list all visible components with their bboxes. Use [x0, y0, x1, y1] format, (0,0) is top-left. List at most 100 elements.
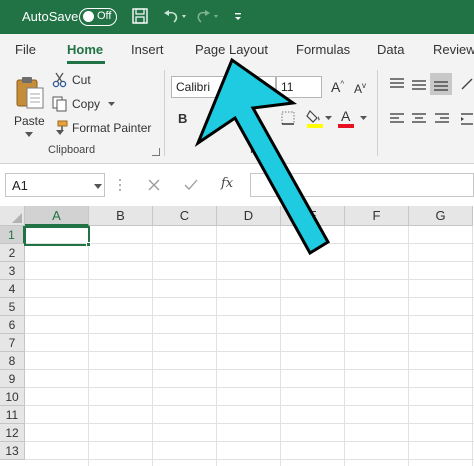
fill-handle[interactable]: [86, 242, 91, 247]
gridline-vertical: [408, 226, 409, 466]
tab-file[interactable]: File: [15, 42, 36, 57]
column-header-g[interactable]: G: [409, 206, 473, 226]
formula-bar: A1 fx: [0, 164, 474, 206]
row-header-2[interactable]: 2: [0, 244, 25, 262]
row-header-11[interactable]: 11: [0, 406, 25, 424]
tab-insert[interactable]: Insert: [131, 42, 164, 57]
gridline-horizontal: [25, 441, 474, 442]
cancel-icon[interactable]: [148, 179, 160, 191]
row-header-5[interactable]: 5: [0, 298, 25, 316]
paste-icon: [16, 77, 44, 109]
customize-quick-access-icon[interactable]: [233, 7, 243, 25]
column-header-e[interactable]: E: [281, 206, 345, 226]
copy-label: Copy: [72, 97, 101, 111]
gridline-horizontal: [25, 279, 474, 280]
formula-input[interactable]: [250, 173, 474, 197]
column-header-a[interactable]: A: [25, 206, 89, 226]
tab-data[interactable]: Data: [377, 42, 404, 57]
align-center-icon[interactable]: [411, 112, 427, 126]
gridline-vertical: [152, 226, 153, 466]
row-header-12[interactable]: 12: [0, 424, 25, 442]
format-painter-label: Format Painter: [72, 121, 152, 135]
font-name-value: Calibri: [176, 80, 211, 94]
bold-button[interactable]: B: [178, 111, 187, 126]
tab-formulas[interactable]: Formulas: [296, 42, 350, 57]
autosave-toggle[interactable]: Off: [79, 8, 117, 26]
gridline-horizontal: [25, 351, 474, 352]
font-group-label: Fo: [250, 144, 263, 156]
gridline-horizontal: [25, 405, 474, 406]
autosave-state: Off: [97, 10, 112, 22]
row-header-3[interactable]: 3: [0, 262, 25, 280]
row-header-8[interactable]: 8: [0, 352, 25, 370]
row-header-7[interactable]: 7: [0, 334, 25, 352]
name-box[interactable]: A1: [5, 173, 105, 197]
bottom-align-button[interactable]: [430, 73, 452, 95]
font-name-field[interactable]: Calibri: [171, 76, 276, 98]
tab-review[interactable]: Review: [433, 42, 474, 57]
row-header-9[interactable]: 9: [0, 370, 25, 388]
paste-label: Paste: [14, 114, 45, 128]
borders-icon[interactable]: [281, 111, 295, 125]
font-size-value: 11: [281, 80, 294, 94]
column-header-b[interactable]: B: [89, 206, 153, 226]
fill-color-icon[interactable]: [306, 108, 324, 128]
column-header-f[interactable]: F: [345, 206, 409, 226]
align-left-icon[interactable]: [389, 112, 405, 126]
redo-icon[interactable]: [196, 7, 224, 25]
row-header-4[interactable]: 4: [0, 280, 25, 298]
gridline-vertical: [88, 226, 89, 466]
gridline-vertical: [344, 226, 345, 466]
font-color-swatch: [338, 124, 354, 128]
fill-color-chevron-icon[interactable]: [325, 116, 332, 121]
column-header-d[interactable]: D: [217, 206, 281, 226]
clipboard-launcher-icon[interactable]: [152, 148, 160, 156]
column-header-c[interactable]: C: [153, 206, 217, 226]
font-size-field[interactable]: 11: [276, 76, 322, 98]
insert-function-button[interactable]: fx: [221, 176, 233, 191]
increase-font-button[interactable]: A^: [331, 79, 344, 95]
name-box-value: A1: [12, 178, 28, 193]
align-right-icon[interactable]: [434, 112, 450, 126]
ribbon: Paste Cut Copy Format Painter Clipboard …: [0, 64, 474, 164]
gridline-vertical: [280, 226, 281, 466]
top-align-icon[interactable]: [389, 77, 405, 91]
clipboard-group-label: Clipboard: [48, 144, 96, 156]
select-all-icon: [12, 213, 22, 223]
active-cell[interactable]: [24, 226, 90, 246]
gridline-horizontal: [25, 369, 474, 370]
format-painter-icon: [56, 120, 68, 135]
spreadsheet-grid: ABCDEFG 1 2 3 4 5 6 7 8 9 10 11 12 13: [0, 206, 474, 466]
gridline-horizontal: [25, 387, 474, 388]
row-header-10[interactable]: 10: [0, 388, 25, 406]
check-icon[interactable]: [184, 179, 198, 191]
orientation-icon[interactable]: [460, 77, 474, 91]
drag-handle-icon[interactable]: [118, 178, 122, 192]
select-all-corner[interactable]: [0, 206, 25, 226]
cell-area[interactable]: [25, 226, 474, 466]
cut-label: Cut: [72, 73, 91, 87]
tab-home[interactable]: Home: [67, 42, 103, 57]
row-header-13[interactable]: 13: [0, 442, 25, 460]
undo-icon[interactable]: [160, 7, 188, 25]
gridline-horizontal: [25, 243, 474, 244]
copy-chevron-icon[interactable]: [108, 102, 115, 107]
row-header-1[interactable]: 1: [0, 226, 25, 244]
toggle-knob: [83, 11, 94, 22]
paste-button[interactable]: Paste: [10, 72, 48, 140]
decrease-font-button[interactable]: Av: [354, 81, 366, 96]
gridline-vertical: [216, 226, 217, 466]
gridline-vertical: [472, 226, 473, 466]
chevron-down-icon: [25, 132, 33, 137]
font-color-chevron-icon[interactable]: [360, 116, 367, 121]
save-icon[interactable]: [131, 7, 149, 25]
bold-label: B: [178, 111, 188, 126]
tab-page-layout[interactable]: Page Layout: [195, 42, 268, 57]
gridline-horizontal: [25, 261, 474, 262]
gridline-horizontal: [25, 297, 474, 298]
middle-align-icon[interactable]: [411, 77, 427, 91]
font-color-label: A: [341, 108, 351, 124]
indent-icon[interactable]: [460, 112, 474, 126]
row-header-6[interactable]: 6: [0, 316, 25, 334]
font-color-button[interactable]: A: [338, 108, 356, 128]
